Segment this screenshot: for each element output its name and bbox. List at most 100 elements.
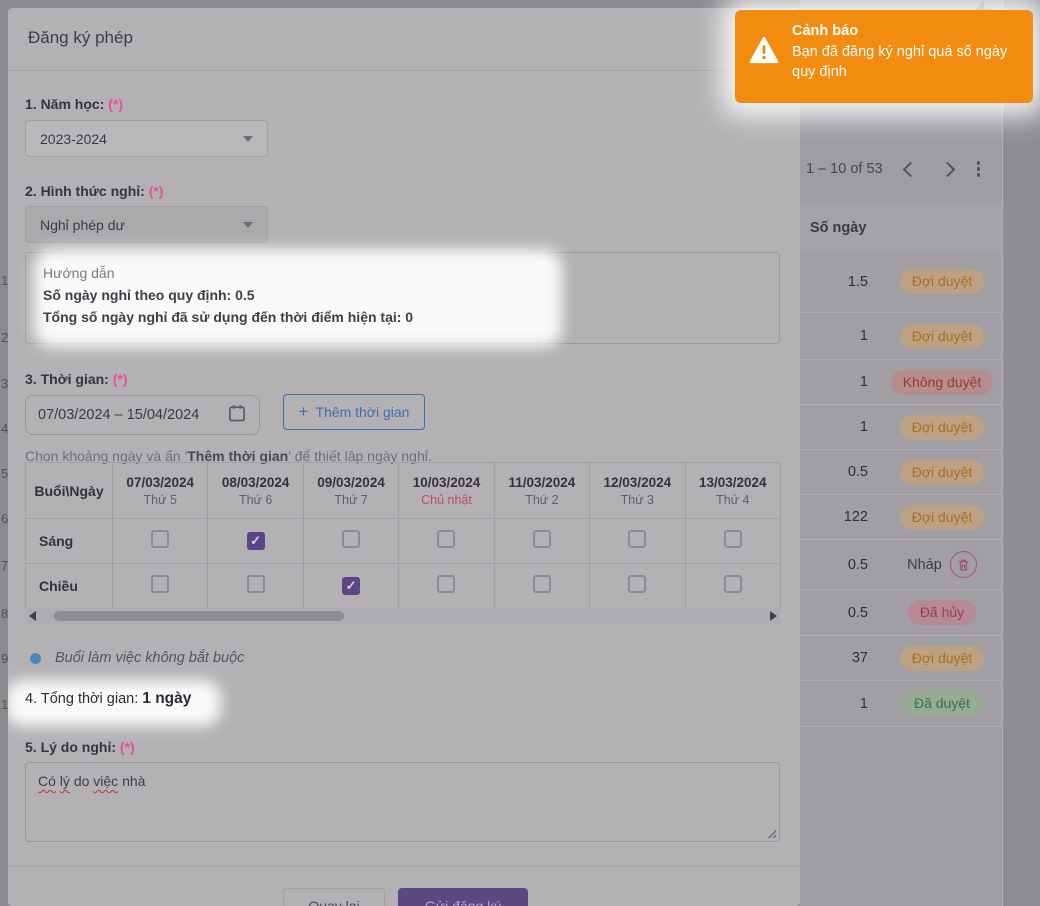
required-mark: (*) [113, 371, 128, 387]
row-number-fragment: 1 [1, 273, 8, 288]
status-badge: Đã duyệt [902, 691, 982, 716]
leave-record-row: 122 Đợi duyệt [800, 495, 1002, 540]
reason-label: 5. Lý do nghỉ: (*) [25, 739, 135, 755]
back-button[interactable]: Quay lại [283, 888, 385, 906]
status-badge: Đã hủy [908, 600, 976, 625]
session-checkbox[interactable] [628, 575, 646, 593]
status-badge: Đợi duyệt [900, 646, 985, 671]
leave-record-row: 1.5 Đợi duyệt [800, 251, 1002, 313]
day-column-header: 11/03/2024Thứ 2 [494, 463, 589, 519]
session-checkbox[interactable] [247, 575, 265, 593]
session-checkbox[interactable] [151, 530, 169, 548]
school-year-select[interactable]: 2023-2024 [25, 120, 268, 157]
warning-toast: Cảnh báo Bạn đã đăng ký nghỉ quá số ngày… [735, 10, 1033, 103]
table-pagination: 1 – 10 of 53 [806, 156, 1000, 182]
submit-button[interactable]: Gửi đăng ký [398, 888, 528, 906]
chevron-down-icon [243, 136, 253, 142]
reason-word: việc [93, 773, 118, 789]
reason-word: lý [60, 773, 70, 789]
schedule-row: Chiều ✓ [26, 564, 781, 609]
day-column-header: 07/03/2024Thứ 5 [113, 463, 208, 519]
guidance-used-days: Tổng số ngày nghỉ đã sử dụng đến thời đi… [43, 309, 779, 325]
delete-icon[interactable] [950, 551, 977, 578]
session-checkbox[interactable] [151, 575, 169, 593]
days-count: 0.5 [800, 557, 868, 573]
more-options-icon[interactable] [977, 161, 981, 177]
add-time-button[interactable]: + Thêm thời gian [283, 394, 425, 430]
row-number-fragment: 2 [1, 330, 8, 345]
reason-word: do [74, 773, 90, 789]
divider [8, 70, 800, 71]
reason-input[interactable]: Có lý do việc nhà [25, 762, 780, 842]
legend: Buổi làm việc không bắt buộc [30, 650, 244, 666]
session-cell [685, 564, 780, 609]
session-cell [113, 519, 208, 564]
session-cell [685, 519, 780, 564]
year-label: 1. Năm học: (*) [25, 96, 123, 112]
session-checkbox[interactable] [437, 530, 455, 548]
guidance-allowed-days: Số ngày nghỉ theo quy định: 0.5 [43, 287, 779, 303]
session-cell [399, 519, 494, 564]
next-page-icon[interactable] [939, 161, 955, 177]
background-row-numbers: 1234567891 [0, 0, 8, 906]
guidance-title: Hướng dẫn [43, 265, 779, 281]
session-checkbox[interactable] [724, 575, 742, 593]
session-checkbox[interactable]: ✓ [247, 532, 265, 550]
session-checkbox[interactable] [533, 530, 551, 548]
days-count: 1 [800, 328, 868, 344]
days-count: 1 [800, 374, 868, 390]
schedule-table: Buổi\Ngày 07/03/2024Thứ 508/03/2024Thứ 6… [25, 462, 781, 609]
session-checkbox[interactable] [342, 530, 360, 548]
session-checkbox[interactable] [437, 575, 455, 593]
leave-record-row: 0.5Nháp [800, 540, 1002, 590]
column-header-so-ngay: Số ngày [800, 205, 1002, 251]
blue-dot-icon [30, 653, 41, 664]
date-range-input[interactable]: 07/03/2024 – 15/04/2024 [25, 395, 260, 435]
session-label: Chiều [26, 564, 113, 609]
session-cell [590, 564, 685, 609]
scrollbar-thumb[interactable] [54, 611, 344, 621]
pagination-range: 1 – 10 of 53 [806, 161, 883, 177]
row-number-fragment: 7 [1, 558, 8, 573]
total-time: 4. Tổng thời gian: 1 ngày [25, 690, 191, 708]
session-checkbox[interactable] [724, 530, 742, 548]
status-badge: Đợi duyệt [900, 269, 985, 294]
required-mark: (*) [120, 739, 135, 755]
leave-record-row: 1Đợi duyệt [800, 405, 1002, 450]
leave-type-select[interactable]: Nghỉ phép dư [25, 206, 268, 243]
leave-type-label: 2. Hình thức nghỉ: (*) [25, 183, 163, 199]
total-time-value: 1 ngày [142, 690, 191, 707]
days-count: 122 [800, 509, 868, 525]
leave-record-row: 0.5 Đã hủy [800, 590, 1002, 636]
days-count: 0.5 [800, 464, 868, 480]
status-badge: Không duyệt [891, 370, 994, 395]
scroll-right-icon[interactable] [770, 611, 777, 621]
leave-record-row: 0.5Đợi duyệt [800, 450, 1002, 495]
resize-handle-icon[interactable] [766, 828, 776, 838]
dialog-title: Đăng ký phép [28, 28, 133, 48]
horizontal-scrollbar[interactable] [25, 608, 781, 624]
toast-message: Bạn đã đăng ký nghỉ quá số ngày quy định [792, 42, 1021, 82]
days-count: 0.5 [800, 605, 868, 621]
calendar-icon[interactable] [227, 403, 247, 427]
school-year-value: 2023-2024 [40, 131, 107, 147]
row-number-fragment: 5 [1, 466, 8, 481]
toast-title: Cảnh báo [792, 23, 1021, 39]
leave-record-row: 1 Không duyệt [800, 360, 1002, 405]
session-checkbox[interactable]: ✓ [342, 577, 360, 595]
day-column-header: 13/03/2024Thứ 4 [685, 463, 780, 519]
scroll-left-icon[interactable] [29, 611, 36, 621]
row-number-fragment: 8 [1, 606, 8, 621]
time-label: 3. Thời gian: (*) [25, 371, 128, 387]
days-count: 1.5 [800, 274, 868, 290]
session-checkbox[interactable] [533, 575, 551, 593]
divider [8, 866, 800, 867]
session-checkbox[interactable] [628, 530, 646, 548]
session-cell: ✓ [208, 519, 303, 564]
guidance-box: Hướng dẫn Số ngày nghỉ theo quy định: 0.… [25, 252, 780, 344]
status-badge: Đợi duyệt [900, 505, 985, 530]
previous-page-icon[interactable] [902, 161, 918, 177]
legend-text: Buổi làm việc không bắt buộc [55, 650, 244, 666]
status-badge: Đợi duyệt [900, 415, 985, 440]
required-mark: (*) [108, 96, 123, 112]
